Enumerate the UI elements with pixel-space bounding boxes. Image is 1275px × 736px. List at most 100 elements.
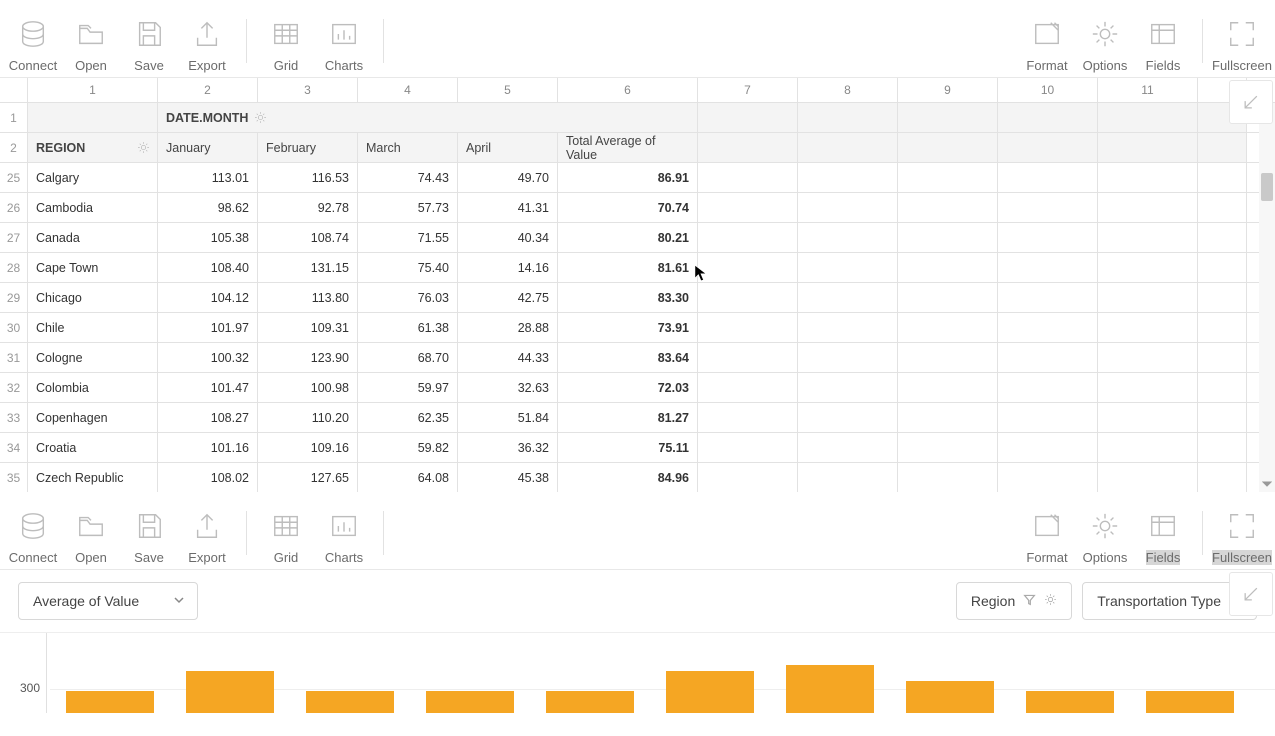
total-cell[interactable]: 72.03: [558, 373, 698, 402]
chart-bar[interactable]: [186, 671, 274, 713]
total-cell[interactable]: 80.21: [558, 223, 698, 252]
charts-button[interactable]: Charts: [315, 499, 373, 569]
col-num[interactable]: 10: [998, 78, 1098, 102]
value-cell[interactable]: 108.27: [158, 403, 258, 432]
value-cell[interactable]: 14.16: [458, 253, 558, 282]
value-cell[interactable]: 100.98: [258, 373, 358, 402]
value-cell[interactable]: 109.16: [258, 433, 358, 462]
export-button[interactable]: Export: [178, 499, 236, 569]
value-cell[interactable]: 40.34: [458, 223, 558, 252]
month-header[interactable]: January: [158, 133, 258, 162]
region-cell[interactable]: Cape Town: [28, 253, 158, 282]
connect-button[interactable]: Connect: [4, 7, 62, 77]
value-cell[interactable]: 75.40: [358, 253, 458, 282]
region-cell[interactable]: Cologne: [28, 343, 158, 372]
col-num[interactable]: 8: [798, 78, 898, 102]
value-cell[interactable]: 32.63: [458, 373, 558, 402]
total-cell[interactable]: 86.91: [558, 163, 698, 192]
value-cell[interactable]: 109.31: [258, 313, 358, 342]
value-cell[interactable]: 113.01: [158, 163, 258, 192]
region-cell[interactable]: Chile: [28, 313, 158, 342]
scroll-thumb[interactable]: [1261, 173, 1273, 201]
value-cell[interactable]: 131.15: [258, 253, 358, 282]
value-cell[interactable]: 110.20: [258, 403, 358, 432]
value-cell[interactable]: 98.62: [158, 193, 258, 222]
row-number[interactable]: 28: [0, 253, 28, 282]
total-cell[interactable]: 83.30: [558, 283, 698, 312]
format-button[interactable]: Format: [1018, 7, 1076, 77]
value-cell[interactable]: 105.38: [158, 223, 258, 252]
value-cell[interactable]: 64.08: [358, 463, 458, 492]
region-cell[interactable]: Cambodia: [28, 193, 158, 222]
value-cell[interactable]: 44.33: [458, 343, 558, 372]
column-field-title[interactable]: DATE.MONTH: [158, 103, 698, 132]
fields-button[interactable]: Fields: [1134, 7, 1192, 77]
region-cell[interactable]: Chicago: [28, 283, 158, 312]
col-num[interactable]: 5: [458, 78, 558, 102]
grid-button[interactable]: Grid: [257, 7, 315, 77]
row-number[interactable]: 2: [0, 133, 28, 162]
collapse-corner-button[interactable]: [1229, 572, 1273, 616]
col-num[interactable]: 3: [258, 78, 358, 102]
value-cell[interactable]: 108.40: [158, 253, 258, 282]
row-number[interactable]: 34: [0, 433, 28, 462]
value-cell[interactable]: 59.82: [358, 433, 458, 462]
row-number[interactable]: 35: [0, 463, 28, 492]
total-cell[interactable]: 70.74: [558, 193, 698, 222]
fields-button[interactable]: Fields: [1134, 499, 1192, 569]
row-number[interactable]: 25: [0, 163, 28, 192]
row-number[interactable]: 31: [0, 343, 28, 372]
connect-button[interactable]: Connect: [4, 499, 62, 569]
value-cell[interactable]: 42.75: [458, 283, 558, 312]
value-cell[interactable]: 101.97: [158, 313, 258, 342]
row-number[interactable]: 29: [0, 283, 28, 312]
region-cell[interactable]: Copenhagen: [28, 403, 158, 432]
chart-bar[interactable]: [666, 671, 754, 713]
save-button[interactable]: Save: [120, 499, 178, 569]
chart-bar[interactable]: [1146, 691, 1234, 713]
col-num[interactable]: 2: [158, 78, 258, 102]
chart-bar[interactable]: [546, 691, 634, 713]
grid-button[interactable]: Grid: [257, 499, 315, 569]
fullscreen-button[interactable]: Fullscreen: [1213, 499, 1271, 569]
save-button[interactable]: Save: [120, 7, 178, 77]
region-cell[interactable]: Czech Republic: [28, 463, 158, 492]
value-cell[interactable]: 59.97: [358, 373, 458, 402]
value-cell[interactable]: 92.78: [258, 193, 358, 222]
fullscreen-button[interactable]: Fullscreen: [1213, 7, 1271, 77]
value-cell[interactable]: 49.70: [458, 163, 558, 192]
value-cell[interactable]: 74.43: [358, 163, 458, 192]
gear-icon[interactable]: [254, 111, 268, 125]
value-cell[interactable]: 41.31: [458, 193, 558, 222]
value-cell[interactable]: 68.70: [358, 343, 458, 372]
chart-bar[interactable]: [66, 691, 154, 713]
chart-bar[interactable]: [1026, 691, 1114, 713]
month-header[interactable]: April: [458, 133, 558, 162]
value-cell[interactable]: 108.02: [158, 463, 258, 492]
chart-bar[interactable]: [786, 665, 874, 713]
value-cell[interactable]: 116.53: [258, 163, 358, 192]
value-cell[interactable]: 28.88: [458, 313, 558, 342]
month-header[interactable]: February: [258, 133, 358, 162]
col-num[interactable]: 6: [558, 78, 698, 102]
region-cell[interactable]: Croatia: [28, 433, 158, 462]
value-cell[interactable]: 36.32: [458, 433, 558, 462]
scroll-down-icon[interactable]: [1259, 476, 1275, 492]
open-button[interactable]: Open: [62, 7, 120, 77]
chart-bar[interactable]: [426, 691, 514, 713]
row-field-title[interactable]: REGION: [28, 133, 158, 162]
value-cell[interactable]: 76.03: [358, 283, 458, 312]
value-cell[interactable]: 51.84: [458, 403, 558, 432]
value-cell[interactable]: 61.38: [358, 313, 458, 342]
value-cell[interactable]: 113.80: [258, 283, 358, 312]
total-header[interactable]: Total Average of Value: [558, 133, 698, 162]
export-button[interactable]: Export: [178, 7, 236, 77]
total-cell[interactable]: 73.91: [558, 313, 698, 342]
value-cell[interactable]: 104.12: [158, 283, 258, 312]
region-filter-pill[interactable]: Region: [956, 582, 1072, 620]
chart-bar[interactable]: [906, 681, 994, 713]
value-cell[interactable]: 108.74: [258, 223, 358, 252]
value-cell[interactable]: 101.16: [158, 433, 258, 462]
value-cell[interactable]: 57.73: [358, 193, 458, 222]
row-number[interactable]: 33: [0, 403, 28, 432]
